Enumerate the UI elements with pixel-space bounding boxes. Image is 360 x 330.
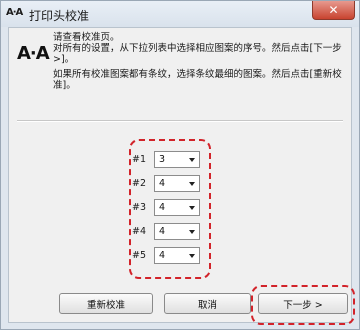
selector-row-5: #5 4 <box>126 247 210 265</box>
pattern-dropdown-1[interactable]: 3 <box>154 151 200 168</box>
selector-label: #1 <box>132 154 147 165</box>
dropdown-value: 4 <box>159 250 166 261</box>
selector-row-3: #3 4 <box>126 199 210 217</box>
dropdown-value: 3 <box>159 154 166 165</box>
pattern-selectors: #1 3 #2 4 #3 4 #4 4 #5 4 <box>126 117 210 267</box>
window-title: 打印头校准 <box>29 9 90 23</box>
close-button[interactable]: ✕ <box>312 1 355 20</box>
selector-label: #4 <box>132 226 147 237</box>
selector-label: #3 <box>132 202 147 213</box>
pattern-dropdown-5[interactable]: 4 <box>154 247 200 264</box>
selector-row-2: #2 4 <box>126 175 210 193</box>
print-head-alignment-dialog: A·A 打印头校准 ✕ A·A 请查看校准页。 对所有的设置，从下拉列表中选择相… <box>0 0 360 330</box>
next-button[interactable]: 下一步 > <box>258 293 348 314</box>
selector-row-4: #4 4 <box>126 223 210 241</box>
instructions: 请查看校准页。 对所有的设置，从下拉列表中选择相应图案的序号。然后点击[下一步 … <box>53 32 345 91</box>
pattern-dropdown-4[interactable]: 4 <box>154 223 200 240</box>
selector-label: #2 <box>132 178 147 189</box>
selector-row-1: #1 3 <box>126 151 210 169</box>
cancel-button[interactable]: 取消 <box>164 293 251 314</box>
dropdown-value: 4 <box>159 226 166 237</box>
pattern-dropdown-3[interactable]: 4 <box>154 199 200 216</box>
recalibrate-button[interactable]: 重新校准 <box>59 293 153 314</box>
alignment-icon: A·A <box>17 43 50 64</box>
printer-alignment-icon: A·A <box>6 7 23 18</box>
dropdown-value: 4 <box>159 202 166 213</box>
selector-label: #5 <box>132 250 147 261</box>
chevron-down-icon <box>189 206 195 210</box>
instruction-paragraph-1: 请查看校准页。 对所有的设置，从下拉列表中选择相应图案的序号。然后点击[下一步 … <box>53 32 342 65</box>
dropdown-value: 4 <box>159 178 166 189</box>
pattern-dropdown-2[interactable]: 4 <box>154 175 200 192</box>
chevron-down-icon <box>189 158 195 162</box>
chevron-down-icon <box>189 182 195 186</box>
chevron-down-icon <box>189 254 195 258</box>
close-icon: ✕ <box>328 3 339 17</box>
title-bar: A·A 打印头校准 ✕ <box>1 1 359 27</box>
instruction-paragraph-2: 如果所有校准图案都有条纹，选择条纹最细的图案。然后点击[重新校准]。 <box>53 69 342 91</box>
chevron-down-icon <box>189 230 195 234</box>
